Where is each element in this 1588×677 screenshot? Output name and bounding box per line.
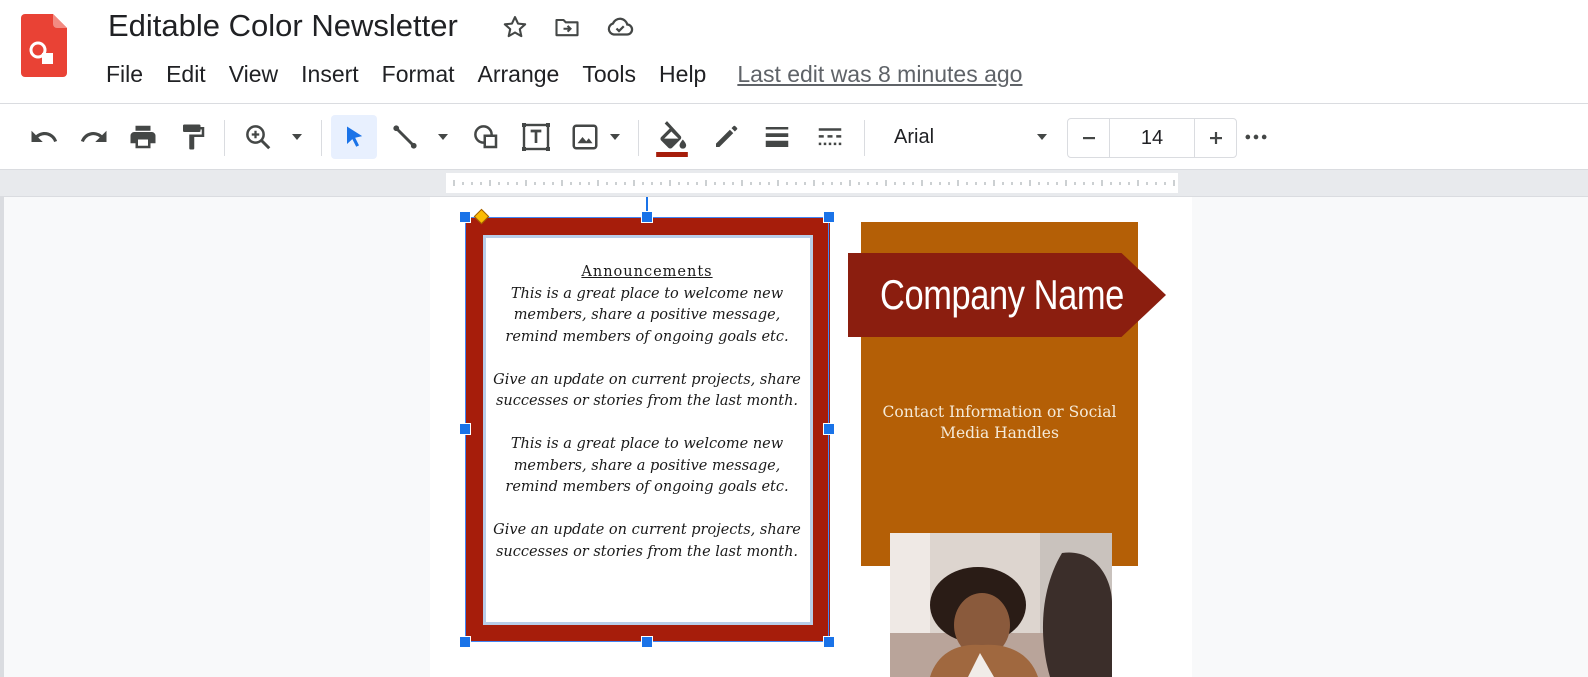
horizontal-ruler[interactable]: [446, 173, 1178, 193]
shape-icon[interactable]: [464, 115, 508, 159]
menu-edit[interactable]: Edit: [156, 56, 216, 92]
company-name-banner[interactable]: Company Name: [848, 253, 1166, 337]
resize-handle-top[interactable]: [641, 211, 653, 223]
toolbar-separator: [638, 120, 639, 156]
menu-tools[interactable]: Tools: [572, 56, 646, 92]
redo-icon[interactable]: [72, 115, 116, 159]
line-icon[interactable]: [383, 115, 427, 159]
menu-arrange[interactable]: Arrange: [468, 56, 570, 92]
font-family-select[interactable]: Arial: [880, 115, 1058, 159]
select-icon[interactable]: [331, 115, 377, 159]
toolbar: Arial: [0, 103, 1588, 170]
resize-handle-bottom-left[interactable]: [459, 636, 471, 648]
undo-icon[interactable]: [22, 115, 66, 159]
contact-info-text[interactable]: Contact Information or Social Media Hand…: [861, 402, 1138, 444]
resize-handle-top-right[interactable]: [823, 211, 835, 223]
last-edit-link[interactable]: Last edit was 8 minutes ago: [737, 56, 1022, 92]
image-dropdown-chevron-down-icon[interactable]: [600, 115, 630, 159]
increase-font-size-plus-icon[interactable]: [1195, 119, 1236, 157]
resize-handle-bottom[interactable]: [641, 636, 653, 648]
zoom-icon[interactable]: [236, 115, 280, 159]
title-bar: Editable Color Newsletter File Edit View…: [0, 0, 1588, 103]
ruler-strip: [0, 170, 1588, 197]
zoom-dropdown-chevron-down-icon[interactable]: [282, 115, 312, 159]
resize-handle-left[interactable]: [459, 423, 471, 435]
toolbar-separator: [224, 120, 225, 156]
company-name: Company Name: [880, 271, 1124, 318]
paint-format-icon[interactable]: [171, 115, 215, 159]
selection-outline: [465, 217, 829, 642]
move-to-folder-icon[interactable]: [552, 12, 582, 42]
rotation-handle-line: [646, 197, 648, 211]
font-family-value: Arial: [894, 125, 935, 148]
font-size-input[interactable]: [1109, 119, 1195, 157]
menu-help[interactable]: Help: [649, 56, 716, 92]
menu-format[interactable]: Format: [372, 56, 465, 92]
toolbar-separator: [864, 120, 865, 156]
toolbar-separator: [321, 120, 322, 156]
stock-photo-woman[interactable]: [890, 533, 1112, 677]
resize-handle-top-left[interactable]: [459, 211, 471, 223]
border-dash-icon[interactable]: [808, 115, 852, 159]
app-logo-icon[interactable]: [21, 14, 67, 77]
menu-bar: File Edit View Insert Format Arrange Too…: [96, 56, 1022, 92]
star-icon[interactable]: [500, 12, 530, 42]
menu-view[interactable]: View: [219, 56, 288, 92]
border-weight-icon[interactable]: [755, 115, 799, 159]
text-box-icon[interactable]: [514, 115, 558, 159]
menu-insert[interactable]: Insert: [291, 56, 369, 92]
resize-handle-right[interactable]: [823, 423, 835, 435]
fill-color-icon[interactable]: [648, 115, 696, 159]
print-icon[interactable]: [121, 115, 165, 159]
font-dropdown-chevron-down-icon: [1034, 129, 1050, 145]
decrease-font-size-minus-icon[interactable]: [1068, 119, 1109, 157]
font-size-control: [1067, 118, 1237, 158]
more-icon[interactable]: [1234, 115, 1278, 159]
cloud-saved-icon[interactable]: [605, 12, 635, 42]
line-dropdown-chevron-down-icon[interactable]: [428, 115, 458, 159]
resize-handle-bottom-right[interactable]: [823, 636, 835, 648]
menu-file[interactable]: File: [96, 56, 153, 92]
border-color-icon[interactable]: [704, 115, 748, 159]
document-title[interactable]: Editable Color Newsletter: [108, 6, 458, 46]
